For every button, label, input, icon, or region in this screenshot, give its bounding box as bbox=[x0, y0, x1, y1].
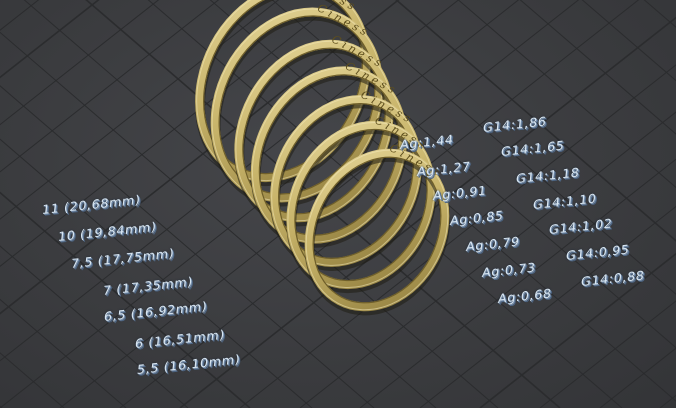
grid-line bbox=[239, 64, 676, 408]
grid-line bbox=[660, 0, 676, 408]
ring-5: C i n e s s bbox=[269, 88, 423, 271]
grid-line bbox=[659, 394, 676, 408]
grid-line bbox=[599, 347, 676, 408]
grid-line bbox=[395, 0, 676, 242]
grid-line bbox=[643, 0, 676, 28]
grid-line bbox=[0, 405, 3, 408]
ring-7: C i n e s s bbox=[304, 141, 451, 316]
ring-6: C i n e s s bbox=[286, 114, 437, 294]
3d-viewport[interactable]: C i n e s sC i n e s sC i n e s sC i n e… bbox=[0, 0, 676, 408]
